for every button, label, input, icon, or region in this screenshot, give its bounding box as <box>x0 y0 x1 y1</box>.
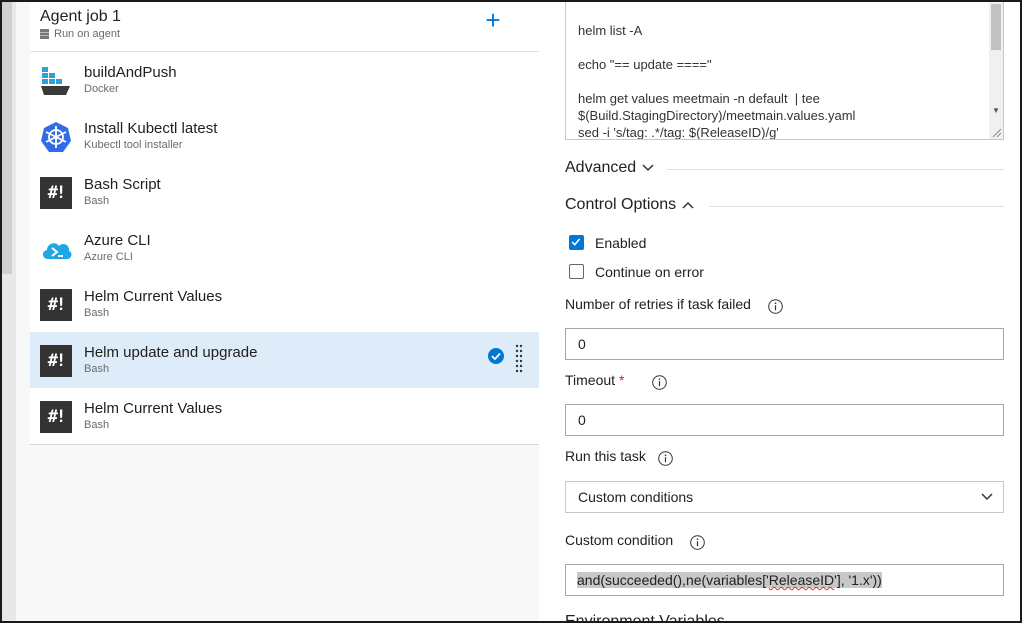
control-options-label: Control Options <box>565 196 677 213</box>
condition-text: and(succeeded(),ne(variables['ReleaseID'… <box>577 572 882 588</box>
task-item-helm-current-values-2[interactable]: #! Helm Current Values Bash <box>30 388 539 444</box>
bash-icon: #! <box>40 289 72 321</box>
bash-icon: #! <box>40 401 72 433</box>
control-options-section-toggle[interactable]: Control Options <box>565 196 694 214</box>
custom-condition-input[interactable]: and(succeeded(),ne(variables['ReleaseID'… <box>565 564 1004 596</box>
advanced-section-toggle[interactable]: Advanced <box>565 159 654 177</box>
task-type: Azure CLI <box>84 251 133 263</box>
task-type: Bash <box>84 307 110 319</box>
script-line: helm list -A <box>578 23 643 38</box>
info-icon[interactable] <box>658 451 673 466</box>
task-name: Helm Current Values <box>84 288 223 305</box>
task-item-install-kubectl[interactable]: Install Kubectl latest Kubectl tool inst… <box>30 108 539 164</box>
script-scrollbar[interactable]: ▼ <box>989 2 1003 139</box>
info-icon[interactable] <box>768 299 783 314</box>
run-this-task-select[interactable]: Custom conditions <box>565 481 1004 513</box>
task-type: Bash <box>84 419 110 431</box>
docker-icon <box>41 67 70 95</box>
info-icon[interactable] <box>652 375 667 390</box>
left-edge-strip <box>2 2 16 621</box>
enabled-label: Enabled <box>595 235 647 251</box>
task-list-pane: Agent job 1 Run on agent + buildAndPush … <box>30 2 539 445</box>
agent-job-title: Agent job 1 <box>40 8 121 25</box>
scroll-down-arrow-icon[interactable]: ▼ <box>992 106 1000 115</box>
server-icon <box>40 29 49 39</box>
chevron-down-icon <box>642 164 654 172</box>
task-name: Azure CLI <box>84 232 151 249</box>
azure-cli-icon <box>42 243 72 259</box>
task-name: Install Kubectl latest <box>84 120 218 137</box>
task-name: Helm Current Values <box>84 400 223 417</box>
custom-condition-label: Custom condition <box>565 532 674 548</box>
divider <box>667 169 1004 170</box>
required-marker: * <box>618 372 625 388</box>
environment-variables-section-toggle[interactable]: Environment Variables <box>565 613 725 623</box>
task-details-pane: helm list -A echo "== update ====" helm … <box>539 2 1020 623</box>
environment-variables-label: Environment Variables <box>565 613 725 623</box>
task-item-azure-cli[interactable]: Azure CLI Azure CLI <box>30 220 539 276</box>
task-item-helm-current-values[interactable]: #! Helm Current Values Bash <box>30 276 539 332</box>
drag-handle-icon[interactable] <box>515 344 523 374</box>
window: Agent job 1 Run on agent + buildAndPush … <box>0 0 1022 623</box>
resize-grip-icon[interactable] <box>991 127 1001 137</box>
task-item-build-and-push[interactable]: buildAndPush Docker <box>30 52 539 108</box>
checkmark-icon <box>571 238 581 246</box>
check-circle-icon <box>488 348 504 364</box>
script-line: $(Build.StagingDirectory)/meetmain.value… <box>578 108 856 123</box>
agent-job-subtitle: Run on agent <box>40 28 120 40</box>
script-textarea[interactable]: helm list -A echo "== update ====" helm … <box>565 2 1004 140</box>
chevron-up-icon <box>682 201 694 209</box>
enabled-checkbox[interactable] <box>569 235 584 250</box>
timeout-input[interactable]: 0 <box>565 404 1004 436</box>
task-name: buildAndPush <box>84 64 177 81</box>
bash-icon: #! <box>40 177 72 209</box>
chevron-down-icon <box>981 493 993 501</box>
task-type: Kubectl tool installer <box>84 139 183 151</box>
continue-on-error-label: Continue on error <box>595 264 704 280</box>
run-this-task-value: Custom conditions <box>578 489 694 505</box>
task-type: Docker <box>84 83 119 95</box>
advanced-label: Advanced <box>565 159 637 176</box>
script-line: echo "== update ====" <box>578 57 712 72</box>
task-type: Bash <box>84 363 110 375</box>
continue-on-error-checkbox[interactable] <box>569 264 584 279</box>
agent-job-subtitle-text: Run on agent <box>54 28 121 40</box>
task-type: Bash <box>84 195 110 207</box>
agent-job-header[interactable]: Agent job 1 Run on agent + <box>30 2 539 52</box>
retries-label: Number of retries if task failed <box>565 296 751 312</box>
scroll-thumb[interactable] <box>991 4 1001 50</box>
task-name: Bash Script <box>84 176 161 193</box>
bash-icon: #! <box>40 345 72 377</box>
task-item-bash-script[interactable]: #! Bash Script Bash <box>30 164 539 220</box>
script-line: helm get values meetmain -n default | te… <box>578 91 820 106</box>
task-name: Helm update and upgrade <box>84 344 258 361</box>
retries-input[interactable]: 0 <box>565 328 1004 360</box>
timeout-label-text: Timeout <box>565 372 616 388</box>
divider <box>709 206 1004 207</box>
script-line: sed -i 's/tag: .*/tag: $(ReleaseID)/g' <box>578 125 779 140</box>
task-item-helm-update-upgrade[interactable]: #! Helm update and upgrade Bash <box>30 332 539 388</box>
timeout-label: Timeout * <box>565 372 624 388</box>
kubernetes-icon <box>41 122 71 152</box>
condition-variable: ReleaseID <box>768 572 835 588</box>
condition-post: '], '1.x')) <box>834 572 882 588</box>
condition-pre: and(succeeded(),ne(variables[' <box>577 572 769 588</box>
info-icon[interactable] <box>690 535 705 550</box>
add-task-button[interactable]: + <box>482 7 504 34</box>
run-this-task-label: Run this task <box>565 448 646 464</box>
